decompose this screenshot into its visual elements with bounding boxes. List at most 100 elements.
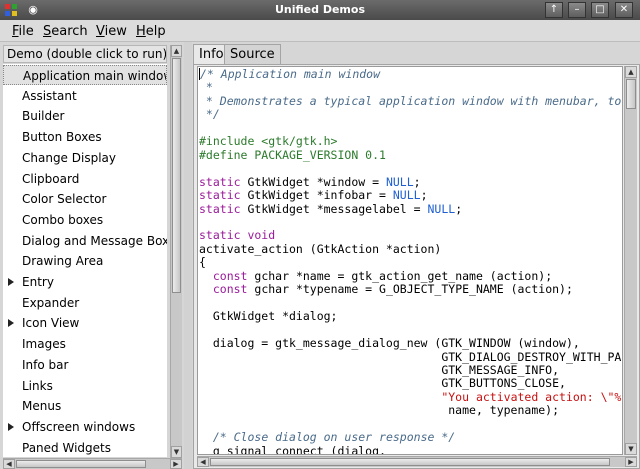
source-token [199,282,213,296]
scroll-up-arrow[interactable]: ▲ [171,45,182,57]
demo-item-label: Expander [22,295,80,310]
source-token: GTK_MESSAGE_INFO, [199,362,560,377]
hscroll-thumb[interactable] [16,460,146,468]
source-vscrollbar[interactable]: ▲ ▼ [624,66,637,455]
menu-bar: File Search View Help [0,20,640,42]
source-token: GtkWidget *window = [247,174,386,189]
demo-item[interactable]: Change Display [3,148,167,168]
source-token: */ [199,107,220,122]
expander-arrow-icon[interactable] [8,278,14,286]
scroll-down-arrow[interactable]: ▼ [171,446,182,458]
source-line: dialog = gtk_message_dialog_new (GTK_WIN… [199,336,580,350]
demo-item[interactable]: Offscreen windows [3,417,167,437]
expander-arrow-icon[interactable] [8,422,14,431]
source-token: ; [455,201,463,216]
demo-item-label: Button Boxes [22,130,102,145]
demo-item[interactable]: Paned Widgets [3,438,167,457]
source-token: static [199,201,248,216]
demo-item[interactable]: Button Boxes [3,127,167,147]
source-hscrollbar[interactable]: ◀ ▶ [197,456,637,467]
source-token: name, typename); [199,403,560,418]
pane-separator[interactable] [184,42,192,469]
demo-item[interactable]: Info bar [3,355,167,375]
demo-item-label: Menus [22,399,62,414]
scroll-left-arrow[interactable]: ◀ [3,459,15,469]
scroll-down-arrow[interactable]: ▼ [625,443,637,455]
scroll-thumb[interactable] [172,58,181,293]
raise-button[interactable]: ↑ [545,2,563,18]
source-token: { [199,255,206,270]
demo-item[interactable]: Icon View [3,313,167,333]
demo-item[interactable]: Menus [3,396,167,416]
hscroll-thumb[interactable] [210,458,610,466]
source-line: GTK_MESSAGE_INFO, [199,363,559,377]
source-line: /* Close dialog on user response */ [199,430,455,444]
menu-search[interactable]: Search [43,24,88,39]
demo-item[interactable]: Entry [3,272,167,292]
demo-item[interactable]: Combo boxes [3,210,167,230]
tab-source[interactable]: Source [224,44,281,64]
source-token: activate_action (GtkAction *action) [199,241,442,256]
scroll-right-arrow[interactable]: ▶ [170,459,182,469]
demo-item-label: Clipboard [22,171,80,186]
menu-help[interactable]: Help [136,24,166,39]
source-token: dialog = gtk_message_dialog_new (GTK_WIN… [199,336,580,351]
close-button[interactable]: ✕ [615,2,633,18]
source-line: const gchar *name = gtk_action_get_name … [199,269,552,283]
source-line: #define PACKAGE_VERSION 0.1 [199,148,386,162]
minimize-button[interactable]: – [568,2,586,18]
maximize-button[interactable]: □ [591,2,609,18]
demo-item-label: Application main window [23,69,167,83]
source-token: GtkWidget *messagelabel = [247,201,428,216]
menu-view[interactable]: View [96,24,127,39]
demo-item-label: Entry [22,275,54,289]
source-view[interactable]: /* Application main window * * Demonstra… [197,66,623,455]
scroll-right-arrow[interactable]: ▶ [625,457,637,467]
source-line: static void [199,228,275,242]
source-token: #include <gtk/gtk.h> [199,134,338,149]
demo-item[interactable]: Dialog and Message Boxes [3,231,167,251]
source-line: * Demonstrates a typical application win… [199,94,622,108]
demo-tree[interactable]: Application main window Assistant Builder B… [3,64,167,457]
demo-item[interactable]: Application main window [3,65,167,85]
source-line: */ [199,107,220,121]
source-token: NULL [427,201,456,216]
title-bar: ◉ Unified Demos ↑ – □ ✕ [0,0,640,20]
source-token: NULL [392,188,421,203]
demo-item-label: Info bar [22,357,69,372]
notebook-page: /* Application main window * * Demonstra… [193,64,640,469]
demo-item[interactable]: Drawing Area [3,251,167,271]
demo-item[interactable]: Images [3,334,167,354]
source-line: /* Application main window [199,67,380,81]
demo-item-label: Images [22,337,66,352]
source-line: "You activated action: \"%s\" of type \"… [199,390,622,404]
source-token: /* Application main window [200,67,381,81]
demo-item-label: Icon View [22,316,80,331]
window-title: Unified Demos [274,3,365,16]
demo-item[interactable]: Color Selector [3,189,167,209]
scroll-thumb[interactable] [626,79,636,109]
demo-item[interactable]: Assistant [3,86,167,106]
demo-item[interactable]: Clipboard [3,169,167,189]
expander-arrow-icon[interactable] [8,319,14,328]
source-token: #define PACKAGE_VERSION 0.1 [199,147,386,162]
menu-file[interactable]: File [12,24,34,39]
demo-list-pane: Demo (double click to run) Application m… [0,42,184,469]
scroll-up-arrow[interactable]: ▲ [625,66,637,78]
demo-item-label: Builder [22,109,65,124]
source-line: #include <gtk/gtk.h> [199,134,337,148]
demo-list-header[interactable]: Demo (double click to run) [3,45,167,63]
demo-item[interactable]: Builder [3,106,167,126]
scroll-left-arrow[interactable]: ◀ [197,457,209,467]
source-line: static GtkWidget *messagelabel = NULL; [199,202,462,216]
source-token: gchar *typename = G_OBJECT_TYPE_NAME (ac… [254,282,573,297]
source-token: GtkWidget *dialog; [199,309,338,324]
demo-item[interactable]: Links [3,376,167,396]
source-line: static GtkWidget *infobar = NULL; [199,188,428,202]
demo-list-vscrollbar[interactable]: ▲ ▼ [170,45,182,458]
demo-item[interactable]: Expander [3,293,167,313]
source-line: name, typename); [199,403,559,417]
demo-item-label: Dialog and Message Boxes [22,233,167,248]
source-token: /* Close dialog on user response */ [212,430,456,445]
demo-list-hscrollbar[interactable]: ◀ ▶ [3,458,182,469]
